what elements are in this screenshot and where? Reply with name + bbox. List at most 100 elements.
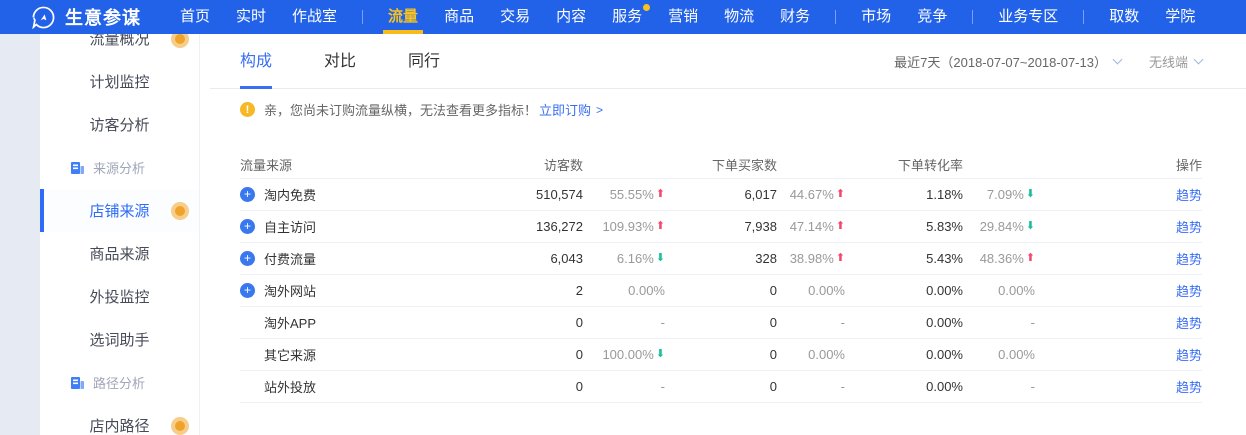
expand-plus-icon[interactable]	[240, 187, 255, 202]
trend-arrow-icon: ⬆	[836, 189, 845, 200]
nav-item-trade[interactable]: 交易	[487, 0, 543, 34]
conversion-change: 48.36%	[980, 251, 1024, 266]
visitors-value: 510,574	[478, 187, 583, 202]
trend-arrow-icon: ⬇	[656, 349, 665, 360]
trend-arrow-icon: ⬆	[656, 221, 665, 232]
brand-title: 生意参谋	[65, 4, 141, 30]
expand-plus-icon[interactable]	[240, 283, 255, 298]
tab-composition[interactable]: 构成	[240, 34, 272, 89]
nav-item-finance[interactable]: 财务	[767, 0, 823, 34]
conversion-value: 0.00%	[845, 379, 963, 394]
nav-item-home[interactable]: 首页	[167, 0, 223, 34]
trend-link[interactable]: 趋势	[1176, 220, 1202, 235]
chevron-down-icon	[1194, 54, 1204, 64]
nav-item-business-zone[interactable]: 业务专区	[985, 0, 1071, 34]
left-rail	[0, 34, 40, 435]
nav-item-marketing[interactable]: 营销	[655, 0, 711, 34]
date-range-selector[interactable]: 最近7天（2018-07-07~2018-07-13）	[894, 52, 1121, 71]
channel-selector[interactable]: 无线端	[1149, 52, 1202, 71]
sidebar-item-product-source[interactable]: 商品来源	[40, 232, 199, 275]
sidebar-item-shop-path[interactable]: 店内路径	[40, 404, 199, 435]
buyers-change: 47.14%	[790, 219, 834, 234]
sidebar-item-plan-monitor[interactable]: 计划监控	[40, 60, 199, 103]
trend-arrow-icon: ⬆	[836, 253, 845, 264]
visitors-change: 0.00%	[628, 283, 665, 298]
sidebar-section-source-analysis: 来源分析	[40, 146, 199, 189]
tab-compare[interactable]: 对比	[324, 34, 356, 89]
trend-arrow-icon: ⬆	[1026, 253, 1035, 264]
nav-item-war-room[interactable]: 作战室	[279, 0, 350, 34]
buyers-value: 0	[665, 283, 777, 298]
page: 生意参谋 首页 实时 作战室 流量 商品 交易 内容 服务 营销 物流 财务 市…	[0, 0, 1246, 435]
visitors-change: 109.93%	[602, 219, 653, 234]
nav-item-data-extract[interactable]: 取数	[1096, 0, 1152, 34]
visitors-value: 0	[478, 347, 583, 362]
col-header-action: 操作	[1035, 155, 1202, 174]
conversion-change: 29.84%	[980, 219, 1024, 234]
nav-divider	[835, 10, 836, 24]
warning-icon: !	[240, 102, 255, 117]
sidebar-item-visitor-analysis[interactable]: 访客分析	[40, 103, 199, 146]
nav-item-competition[interactable]: 竞争	[904, 0, 960, 34]
source-name: 淘内免费	[264, 185, 316, 204]
chevron-down-icon	[1113, 54, 1123, 64]
nav-item-academy[interactable]: 学院	[1152, 0, 1208, 34]
visitors-change: 6.16%	[617, 251, 654, 266]
visitors-value: 2	[478, 283, 583, 298]
nav-divider	[362, 10, 363, 24]
subscribe-now-link[interactable]: 立即订购	[539, 100, 591, 119]
nav-divider	[972, 10, 973, 24]
conversion-value: 0.00%	[845, 347, 963, 362]
arrow-right-icon[interactable]: >	[596, 103, 603, 117]
trend-link[interactable]: 趋势	[1176, 380, 1202, 395]
trend-link[interactable]: 趋势	[1176, 348, 1202, 363]
visitors-value: 136,272	[478, 219, 583, 234]
visitors-change: 100.00%	[602, 347, 653, 362]
col-header-visitors: 访客数	[478, 155, 583, 174]
orange-badge-icon	[171, 34, 189, 48]
sidebar-item-shop-source[interactable]: 店铺来源	[40, 189, 199, 232]
buyers-value: 0	[665, 379, 777, 394]
buyers-change: 0.00%	[808, 347, 845, 362]
compass-logo-icon[interactable]	[32, 6, 55, 29]
col-header-source: 流量来源	[240, 155, 478, 174]
sidebar-item-traffic-overview[interactable]: 流量概况	[40, 34, 199, 60]
buyers-change: 44.67%	[790, 187, 834, 202]
visitors-change: 55.55%	[610, 187, 654, 202]
expand-plus-icon[interactable]	[240, 251, 255, 266]
tabs-bar: 构成 对比 同行 最近7天（2018-07-07~2018-07-13） 无线端	[210, 34, 1246, 89]
buyers-value: 6,017	[665, 187, 777, 202]
conversion-value: 5.43%	[845, 251, 963, 266]
trend-link[interactable]: 趋势	[1176, 188, 1202, 203]
source-name: 自主访问	[264, 217, 316, 236]
table-row: 其它来源 0 100.00%⬇ 0 0.00% 0.00% 0.00% 趋势	[240, 339, 1202, 371]
sidebar-item-keyword-helper[interactable]: 选词助手	[40, 318, 199, 361]
trend-arrow-icon: ⬇	[1026, 221, 1035, 232]
nav-item-market[interactable]: 市场	[848, 0, 904, 34]
nav-item-content[interactable]: 内容	[543, 0, 599, 34]
trend-link[interactable]: 趋势	[1176, 316, 1202, 331]
conversion-change: 7.09%	[987, 187, 1024, 202]
notice-text: 亲，您尚未订购流量纵横，无法查看更多指标！	[264, 100, 537, 119]
source-name: 其它来源	[264, 345, 316, 364]
trend-link[interactable]: 趋势	[1176, 284, 1202, 299]
trend-arrow-icon: ⬇	[656, 253, 665, 264]
conversion-value: 0.00%	[845, 315, 963, 330]
buyers-change: 38.98%	[790, 251, 834, 266]
nav-item-logistics[interactable]: 物流	[711, 0, 767, 34]
sidebar-item-external-ads-monitor[interactable]: 外投监控	[40, 275, 199, 318]
buyers-value: 0	[665, 315, 777, 330]
buyers-change: 0.00%	[808, 283, 845, 298]
visitors-value: 6,043	[478, 251, 583, 266]
nav-item-traffic[interactable]: 流量	[375, 0, 431, 34]
nav-item-service[interactable]: 服务	[599, 0, 655, 34]
nav-item-realtime[interactable]: 实时	[223, 0, 279, 34]
conversion-change: 0.00%	[998, 347, 1035, 362]
tab-peers[interactable]: 同行	[408, 34, 440, 89]
col-header-buyers: 下单买家数	[665, 155, 777, 174]
table-row: 自主访问 136,272 109.93%⬆ 7,938 47.14%⬆ 5.83…	[240, 211, 1202, 243]
expand-plus-icon[interactable]	[240, 219, 255, 234]
nav-item-product[interactable]: 商品	[431, 0, 487, 34]
trend-link[interactable]: 趋势	[1176, 252, 1202, 267]
building-chart-icon	[70, 375, 85, 390]
